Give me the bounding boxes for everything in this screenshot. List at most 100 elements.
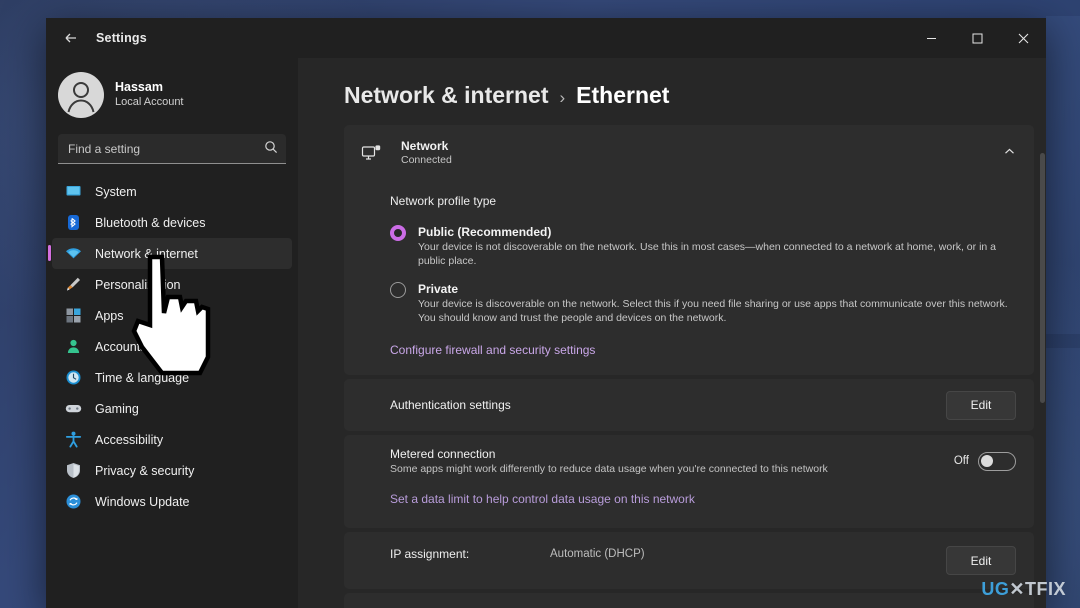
content-scrollbar[interactable] [1040, 153, 1045, 608]
sidebar-item-label: Personalization [95, 277, 181, 292]
radio-private-title: Private [418, 282, 459, 296]
dns-row: DNS server assignment: Manual IPv4 DNS s… [344, 593, 1034, 608]
sidebar-item-windows-update[interactable]: Windows Update [52, 486, 292, 517]
metered-toggle-group[interactable]: Off [953, 451, 1016, 471]
sidebar-item-personalization[interactable]: Personalization [52, 269, 292, 300]
metered-title: Metered connection [390, 446, 496, 461]
chevron-up-icon[interactable] [1003, 145, 1016, 161]
sidebar-item-label: Network & internet [95, 246, 198, 261]
sidebar-item-network-internet[interactable]: Network & internet [48, 238, 292, 269]
bluetooth-icon [64, 214, 82, 232]
sidebar-item-label: Bluetooth & devices [95, 215, 206, 230]
scrollbar-thumb[interactable] [1040, 153, 1045, 403]
authentication-row: Authentication settings Edit [344, 379, 1034, 431]
minimize-button[interactable] [908, 18, 954, 58]
network-card-header[interactable]: Network Connected [344, 125, 1034, 180]
gamepad-icon [64, 400, 82, 418]
watermark-part-3: TFIX [1025, 579, 1066, 599]
account-name: Hassam [115, 80, 163, 94]
account-type: Local Account [115, 96, 184, 108]
desktop-pane-top [1046, 16, 1080, 334]
metered-toggle-state: Off [953, 455, 969, 467]
breadcrumb: Network & internet › Ethernet [344, 58, 1046, 125]
network-status: Connected [401, 153, 452, 166]
network-profile-section: Network profile type Public (Recommended… [344, 180, 1034, 375]
paintbrush-icon [64, 276, 82, 294]
window-titlebar: Settings [46, 18, 1046, 58]
set-data-limit-link[interactable]: Set a data limit to help control data us… [390, 492, 695, 506]
window-controls [908, 18, 1046, 58]
ethernet-monitor-icon [360, 143, 382, 163]
clock-icon [64, 369, 82, 387]
profile-type-label: Network profile type [390, 194, 497, 208]
account-person-icon [64, 338, 82, 356]
sidebar-item-privacy-security[interactable]: Privacy & security [52, 455, 292, 486]
sidebar-item-label: Time & language [95, 370, 190, 385]
watermark-part-2: ✕ [1009, 579, 1025, 599]
sidebar-item-label: System [95, 184, 137, 199]
content-area: Network & internet › Ethernet Network Co… [298, 58, 1046, 608]
ip-assignment-value: Automatic (DHCP) [550, 548, 645, 560]
maximize-button[interactable] [954, 18, 1000, 58]
radio-option-private[interactable]: Private Your device is discoverable on t… [390, 281, 1016, 325]
apps-grid-icon [64, 307, 82, 325]
radio-private-icon[interactable] [390, 282, 406, 298]
radio-public-description: Your device is not discoverable on the n… [418, 241, 996, 267]
page-title: Ethernet [576, 82, 670, 108]
radio-private-description: Your device is discoverable on the netwo… [418, 298, 1008, 324]
sidebar-item-label: Accessibility [95, 432, 164, 447]
close-button[interactable] [1000, 18, 1046, 58]
network-card: Network Connected Network profile type P… [344, 125, 1034, 375]
search-placeholder: Find a setting [68, 141, 141, 156]
dns-card: DNS server assignment: Manual IPv4 DNS s… [344, 593, 1034, 608]
sidebar-item-system[interactable]: System [52, 176, 292, 207]
breadcrumb-parent[interactable]: Network & internet [344, 82, 548, 109]
monitor-icon [64, 183, 82, 201]
sidebar-item-label: Apps [95, 308, 124, 323]
radio-option-public[interactable]: Public (Recommended) Your device is not … [390, 224, 1016, 268]
breadcrumb-separator: › [559, 88, 566, 107]
settings-window: Settings Hassam Local Account Find a set… [46, 18, 1046, 608]
metered-toggle[interactable] [978, 451, 1016, 471]
ip-assignment-card: IP assignment: Automatic (DHCP) Edit [344, 532, 1034, 589]
ugetfix-watermark: UG ✕ TFIX [981, 579, 1066, 600]
configure-firewall-link[interactable]: Configure firewall and security settings [390, 343, 595, 357]
watermark-part-1: UG [981, 579, 1010, 599]
wifi-icon [64, 245, 82, 263]
ip-assignment-edit-button[interactable]: Edit [946, 546, 1016, 575]
sidebar-item-time-language[interactable]: Time & language [52, 362, 292, 393]
metered-connection-row: Metered connection Some apps might work … [344, 435, 1034, 487]
radio-public-icon[interactable] [390, 225, 406, 241]
authentication-card: Authentication settings Edit [344, 379, 1034, 431]
sidebar-item-gaming[interactable]: Gaming [52, 393, 292, 424]
shield-icon [64, 462, 82, 480]
sidebar-item-label: Accounts [95, 339, 147, 354]
authentication-edit-button[interactable]: Edit [946, 390, 1016, 420]
sidebar-item-accessibility[interactable]: Accessibility [52, 424, 292, 455]
accessibility-person-icon [64, 431, 82, 449]
search-input[interactable]: Find a setting [58, 134, 286, 164]
desktop-pane-bottom [1046, 348, 1080, 608]
sidebar-item-accounts[interactable]: Accounts [52, 331, 292, 362]
back-arrow-icon[interactable] [54, 23, 88, 53]
data-limit-link-wrap: Set a data limit to help control data us… [344, 487, 1034, 522]
sidebar-item-apps[interactable]: Apps [52, 300, 292, 331]
sidebar-item-label: Gaming [95, 401, 139, 416]
person-avatar-icon [58, 72, 104, 118]
refresh-circle-icon [64, 493, 82, 511]
account-section[interactable]: Hassam Local Account [46, 58, 298, 128]
search-icon [264, 140, 278, 157]
ip-assignment-key: IP assignment: [390, 547, 470, 561]
sidebar: Hassam Local Account Find a setting Syst… [46, 58, 298, 608]
sidebar-nav: System Bluetooth & devices Network & int… [46, 176, 298, 517]
ip-assignment-row: IP assignment: Automatic (DHCP) Edit [344, 532, 1034, 589]
toggle-knob [981, 455, 993, 467]
sidebar-item-bluetooth-devices[interactable]: Bluetooth & devices [52, 207, 292, 238]
search-container: Find a setting [46, 128, 298, 176]
metered-connection-card: Metered connection Some apps might work … [344, 435, 1034, 528]
sidebar-item-label: Windows Update [95, 494, 190, 509]
metered-description: Some apps might work differently to redu… [390, 462, 828, 475]
app-title: Settings [96, 31, 147, 45]
sidebar-item-label: Privacy & security [95, 463, 195, 478]
settings-cards: Network Connected Network profile type P… [344, 125, 1034, 608]
